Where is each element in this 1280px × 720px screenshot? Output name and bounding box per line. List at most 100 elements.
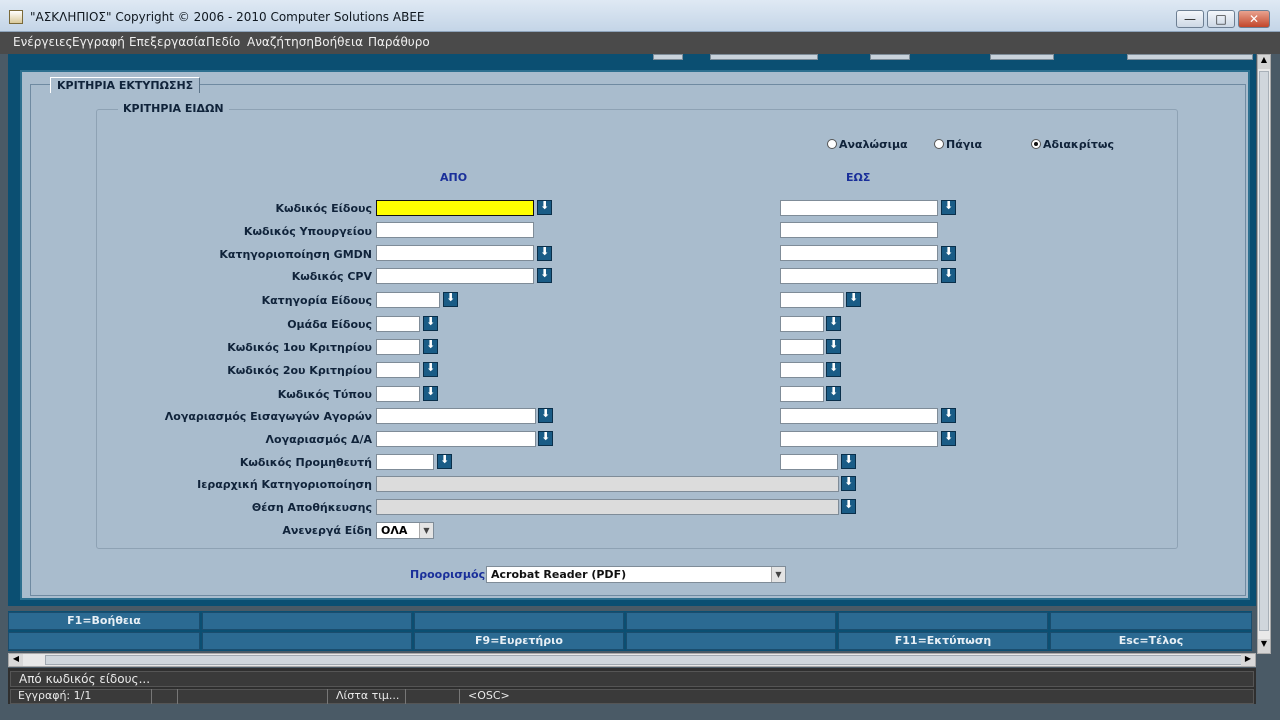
criterion-2-to-field[interactable]: [780, 362, 824, 378]
lov-down-arrow-icon[interactable]: [423, 338, 438, 354]
minimize-button[interactable]: —: [1176, 10, 1204, 28]
lov-down-arrow-icon[interactable]: [941, 430, 956, 446]
radio-label: Αναλώσιμα: [839, 138, 908, 151]
da-account-from-field[interactable]: [376, 431, 536, 447]
criterion-1-from-field[interactable]: [376, 339, 420, 355]
item-code-to-field[interactable]: [780, 200, 938, 216]
fkey-index[interactable]: F9=Ευρετήριο: [414, 632, 624, 650]
storage-location-field[interactable]: [376, 499, 839, 515]
scroll-right-icon[interactable]: ▶: [1241, 654, 1255, 666]
cpv-from-field[interactable]: [376, 268, 534, 284]
type-code-from-field[interactable]: [376, 386, 420, 402]
item-category-to-field[interactable]: [780, 292, 844, 308]
menu-record[interactable]: Εγγραφή: [72, 35, 125, 49]
lov-down-arrow-icon[interactable]: [941, 267, 956, 283]
radio-all[interactable]: Αδιακρίτως: [1031, 138, 1114, 151]
maximize-button[interactable]: □: [1207, 10, 1235, 28]
scroll-thumb[interactable]: [45, 655, 1245, 665]
chevron-down-icon[interactable]: ▼: [771, 567, 785, 582]
fkey-exit[interactable]: Esc=Τέλος: [1050, 632, 1252, 650]
purchase-account-from-field[interactable]: [376, 408, 536, 424]
lov-down-arrow-icon[interactable]: [826, 315, 841, 331]
fkey-help[interactable]: F1=Βοήθεια: [8, 612, 200, 630]
radio-label: Αδιακρίτως: [1043, 138, 1114, 151]
close-button[interactable]: ✕: [1238, 10, 1270, 28]
ministry-code-from-field[interactable]: [376, 222, 534, 238]
item-group-from-field[interactable]: [376, 316, 420, 332]
gmdn-to-field[interactable]: [780, 245, 938, 261]
lov-down-arrow-icon[interactable]: [423, 315, 438, 331]
horizontal-scrollbar[interactable]: ◀ ▶: [8, 653, 1256, 667]
radio-fixed-assets[interactable]: Πάγια: [934, 138, 982, 151]
lov-down-arrow-icon[interactable]: [841, 498, 856, 514]
scroll-left-icon[interactable]: ◀: [9, 654, 23, 666]
vertical-scrollbar[interactable]: ▲ ▼: [1257, 54, 1271, 654]
menu-actions[interactable]: Ενέργειες: [13, 35, 73, 49]
fkey-empty[interactable]: [202, 632, 412, 650]
ministry-code-to-field[interactable]: [780, 222, 938, 238]
fkey-empty[interactable]: [626, 632, 836, 650]
criterion-2-from-field[interactable]: [376, 362, 420, 378]
lov-down-arrow-icon[interactable]: [846, 291, 861, 307]
da-account-to-field[interactable]: [780, 431, 938, 447]
item-category-from-field[interactable]: [376, 292, 440, 308]
scroll-down-icon[interactable]: ▼: [1258, 639, 1270, 653]
radio-consumables[interactable]: Αναλώσιμα: [827, 138, 908, 151]
lov-down-arrow-icon[interactable]: [537, 199, 552, 215]
lov-down-arrow-icon[interactable]: [538, 407, 553, 423]
lov-down-arrow-icon[interactable]: [538, 430, 553, 446]
lov-down-arrow-icon[interactable]: [443, 291, 458, 307]
supplier-code-from-field[interactable]: [376, 454, 434, 470]
fkey-empty[interactable]: [8, 632, 200, 650]
lov-down-arrow-icon[interactable]: [941, 199, 956, 215]
hidden-field-strip: [1127, 54, 1253, 60]
status-segment: [152, 689, 178, 704]
lov-down-arrow-icon[interactable]: [826, 385, 841, 401]
fkey-empty[interactable]: [414, 612, 624, 630]
scroll-up-icon[interactable]: ▲: [1258, 55, 1270, 69]
lov-down-arrow-icon[interactable]: [537, 245, 552, 261]
destination-select[interactable]: Acrobat Reader (PDF) ▼: [486, 566, 786, 583]
fkey-empty[interactable]: [202, 612, 412, 630]
radio-button-selected-icon: [1031, 139, 1041, 149]
label-item-category: Κατηγορία Είδους: [261, 294, 372, 307]
lov-down-arrow-icon[interactable]: [941, 407, 956, 423]
label-item-group: Ομάδα Είδους: [287, 318, 372, 331]
lov-down-arrow-icon[interactable]: [941, 245, 956, 261]
label-ministry-code: Κωδικός Υπουργείου: [243, 225, 372, 238]
status-segment: [406, 689, 460, 704]
column-to-heading: ΕΩΣ: [846, 171, 871, 184]
cpv-to-field[interactable]: [780, 268, 938, 284]
fkey-empty[interactable]: [1050, 612, 1252, 630]
lov-down-arrow-icon[interactable]: [437, 453, 452, 469]
lov-down-arrow-icon[interactable]: [423, 385, 438, 401]
lov-down-arrow-icon[interactable]: [841, 453, 856, 469]
label-inactive-items: Ανενεργά Είδη: [282, 524, 372, 537]
tab-print-criteria[interactable]: ΚΡΙΤΗΡΙΑ ΕΚΤΥΠΩΣΗΣ: [50, 77, 201, 93]
scroll-thumb[interactable]: [1259, 71, 1269, 631]
purchase-account-to-field[interactable]: [780, 408, 938, 424]
fkey-empty[interactable]: [838, 612, 1048, 630]
lov-down-arrow-icon[interactable]: [537, 267, 552, 283]
criterion-1-to-field[interactable]: [780, 339, 824, 355]
lov-down-arrow-icon[interactable]: [841, 475, 856, 491]
item-code-from-field[interactable]: [376, 200, 534, 216]
item-group-to-field[interactable]: [780, 316, 824, 332]
supplier-code-to-field[interactable]: [780, 454, 838, 470]
radio-button-icon: [827, 139, 837, 149]
chevron-down-icon[interactable]: ▼: [419, 523, 433, 538]
lov-down-arrow-icon[interactable]: [423, 361, 438, 377]
fkey-empty[interactable]: [626, 612, 836, 630]
menu-help[interactable]: Βοήθεια: [314, 35, 363, 49]
lov-down-arrow-icon[interactable]: [826, 361, 841, 377]
hierarchical-category-field[interactable]: [376, 476, 839, 492]
gmdn-from-field[interactable]: [376, 245, 534, 261]
menu-field[interactable]: Πεδίο: [206, 35, 240, 49]
menu-edit[interactable]: Επεξεργασία: [129, 35, 206, 49]
menu-search[interactable]: Αναζήτηση: [247, 35, 314, 49]
lov-down-arrow-icon[interactable]: [826, 338, 841, 354]
menu-window[interactable]: Παράθυρο: [368, 35, 430, 49]
inactive-items-select[interactable]: ΟΛΑ ▼: [376, 522, 434, 539]
type-code-to-field[interactable]: [780, 386, 824, 402]
fkey-print[interactable]: F11=Εκτύπωση: [838, 632, 1048, 650]
